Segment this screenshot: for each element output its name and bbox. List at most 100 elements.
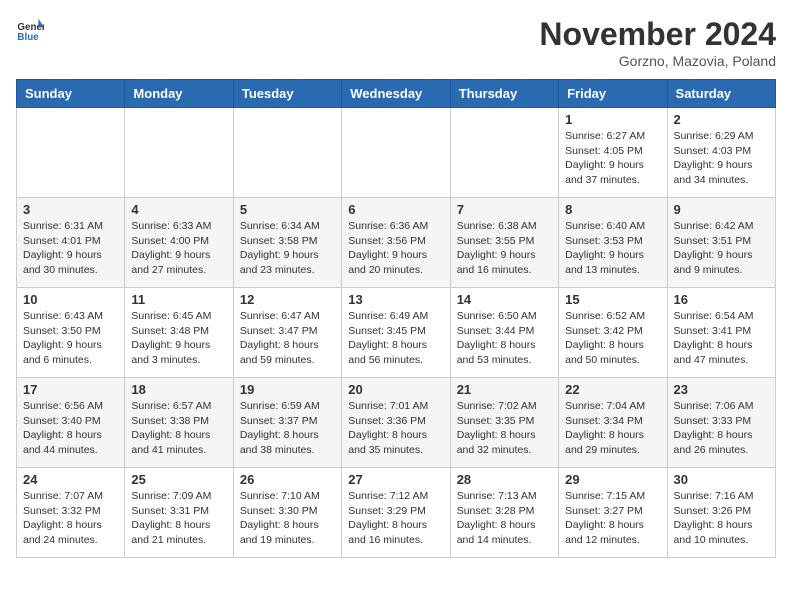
day-info: Sunrise: 6:47 AMSunset: 3:47 PMDaylight:… (240, 309, 335, 368)
calendar-cell: 7Sunrise: 6:38 AMSunset: 3:55 PMDaylight… (450, 198, 558, 288)
logo-icon: General Blue (16, 16, 44, 44)
calendar-cell: 26 Sunrise: 7:10 AMSunset: 3:30 PMDayligh… (233, 468, 341, 558)
day-number: 3 (23, 202, 118, 217)
day-info: Sunrise: 6:40 AMSunset: 3:53 PMDaylight:… (565, 219, 660, 278)
day-number: 24 (23, 472, 118, 487)
day-info: Sunrise: 7:01 AMSunset: 3:36 PMDaylight:… (348, 399, 443, 458)
day-number: 28 (457, 472, 552, 487)
calendar-cell: 15Sunrise: 6:52 AMSunset: 3:42 PMDayligh… (559, 288, 667, 378)
calendar-day-header: Friday (559, 80, 667, 108)
day-info: Sunrise: 7:10 AMSunset: 3:30 PMDaylight:… (240, 489, 335, 548)
day-info: Sunrise: 7:12 AMSunset: 3:29 PMDaylight:… (348, 489, 443, 548)
day-number: 8 (565, 202, 660, 217)
day-number: 10 (23, 292, 118, 307)
calendar-cell: 8 Sunrise: 6:40 AMSunset: 3:53 PMDaylight… (559, 198, 667, 288)
day-info: Sunrise: 7:07 AMSunset: 3:32 PMDaylight:… (23, 489, 118, 548)
calendar-cell: 5 Sunrise: 6:34 AMSunset: 3:58 PMDaylight… (233, 198, 341, 288)
day-number: 9 (674, 202, 769, 217)
calendar-cell: 9 Sunrise: 6:42 AMSunset: 3:51 PMDaylight… (667, 198, 775, 288)
day-number: 27 (348, 472, 443, 487)
day-number: 13 (348, 292, 443, 307)
calendar-week-row: 17 Sunrise: 6:56 AMSunset: 3:40 PMDayligh… (17, 378, 776, 468)
calendar-week-row: 24 Sunrise: 7:07 AMSunset: 3:32 PMDayligh… (17, 468, 776, 558)
day-info: Sunrise: 7:09 AMSunset: 3:31 PMDaylight:… (131, 489, 226, 548)
day-number: 25 (131, 472, 226, 487)
calendar-cell: 10Sunrise: 6:43 AMSunset: 3:50 PMDayligh… (17, 288, 125, 378)
day-number: 16 (674, 292, 769, 307)
calendar-cell: 11Sunrise: 6:45 AMSunset: 3:48 PMDayligh… (125, 288, 233, 378)
day-info: Sunrise: 7:02 AMSunset: 3:35 PMDaylight:… (457, 399, 552, 458)
calendar-cell: 4Sunrise: 6:33 AMSunset: 4:00 PMDaylight… (125, 198, 233, 288)
calendar-cell: 22 Sunrise: 7:04 AMSunset: 3:34 PMDayligh… (559, 378, 667, 468)
calendar-cell: 27 Sunrise: 7:12 AMSunset: 3:29 PMDayligh… (342, 468, 450, 558)
calendar-cell: 14Sunrise: 6:50 AMSunset: 3:44 PMDayligh… (450, 288, 558, 378)
calendar-day-header: Monday (125, 80, 233, 108)
calendar-cell: 19 Sunrise: 6:59 AMSunset: 3:37 PMDayligh… (233, 378, 341, 468)
day-info: Sunrise: 6:56 AMSunset: 3:40 PMDaylight:… (23, 399, 118, 458)
day-number: 18 (131, 382, 226, 397)
logo: General Blue (16, 16, 44, 44)
day-number: 6 (348, 202, 443, 217)
calendar-day-header: Sunday (17, 80, 125, 108)
day-number: 30 (674, 472, 769, 487)
title-block: November 2024 Gorzno, Mazovia, Poland (539, 16, 776, 69)
day-number: 21 (457, 382, 552, 397)
day-number: 12 (240, 292, 335, 307)
day-number: 23 (674, 382, 769, 397)
calendar-week-row: 1Sunrise: 6:27 AMSunset: 4:05 PMDaylight… (17, 108, 776, 198)
day-number: 19 (240, 382, 335, 397)
day-info: Sunrise: 6:33 AMSunset: 4:00 PMDaylight:… (131, 219, 226, 278)
calendar-cell: 13 Sunrise: 6:49 AMSunset: 3:45 PMDayligh… (342, 288, 450, 378)
day-info: Sunrise: 7:04 AMSunset: 3:34 PMDaylight:… (565, 399, 660, 458)
calendar-week-row: 10Sunrise: 6:43 AMSunset: 3:50 PMDayligh… (17, 288, 776, 378)
day-info: Sunrise: 7:06 AMSunset: 3:33 PMDaylight:… (674, 399, 769, 458)
day-info: Sunrise: 6:36 AMSunset: 3:56 PMDaylight:… (348, 219, 443, 278)
calendar-cell: 20 Sunrise: 7:01 AMSunset: 3:36 PMDayligh… (342, 378, 450, 468)
calendar-day-header: Thursday (450, 80, 558, 108)
calendar-cell: 16 Sunrise: 6:54 AMSunset: 3:41 PMDayligh… (667, 288, 775, 378)
calendar-cell: 18 Sunrise: 6:57 AMSunset: 3:38 PMDayligh… (125, 378, 233, 468)
calendar-cell (17, 108, 125, 198)
day-number: 17 (23, 382, 118, 397)
calendar-week-row: 3 Sunrise: 6:31 AMSunset: 4:01 PMDaylight… (17, 198, 776, 288)
day-info: Sunrise: 6:34 AMSunset: 3:58 PMDaylight:… (240, 219, 335, 278)
calendar-cell: 30 Sunrise: 7:16 AMSunset: 3:26 PMDayligh… (667, 468, 775, 558)
calendar-day-header: Wednesday (342, 80, 450, 108)
calendar-table: SundayMondayTuesdayWednesdayThursdayFrid… (16, 79, 776, 558)
day-info: Sunrise: 7:16 AMSunset: 3:26 PMDaylight:… (674, 489, 769, 548)
day-info: Sunrise: 6:57 AMSunset: 3:38 PMDaylight:… (131, 399, 226, 458)
calendar-cell: 25 Sunrise: 7:09 AMSunset: 3:31 PMDayligh… (125, 468, 233, 558)
calendar-cell: 6 Sunrise: 6:36 AMSunset: 3:56 PMDaylight… (342, 198, 450, 288)
calendar-cell: 24 Sunrise: 7:07 AMSunset: 3:32 PMDayligh… (17, 468, 125, 558)
calendar-cell: 1Sunrise: 6:27 AMSunset: 4:05 PMDaylight… (559, 108, 667, 198)
calendar-cell: 28 Sunrise: 7:13 AMSunset: 3:28 PMDayligh… (450, 468, 558, 558)
calendar-cell (125, 108, 233, 198)
day-info: Sunrise: 7:13 AMSunset: 3:28 PMDaylight:… (457, 489, 552, 548)
day-number: 22 (565, 382, 660, 397)
day-number: 1 (565, 112, 660, 127)
day-number: 26 (240, 472, 335, 487)
day-number: 15 (565, 292, 660, 307)
month-title: November 2024 (539, 16, 776, 53)
calendar-day-header: Saturday (667, 80, 775, 108)
day-number: 7 (457, 202, 552, 217)
calendar-cell: 21 Sunrise: 7:02 AMSunset: 3:35 PMDayligh… (450, 378, 558, 468)
day-info: Sunrise: 6:29 AMSunset: 4:03 PMDaylight:… (674, 129, 769, 188)
page-header: General Blue November 2024 Gorzno, Mazov… (16, 16, 776, 69)
day-info: Sunrise: 6:54 AMSunset: 3:41 PMDaylight:… (674, 309, 769, 368)
day-number: 14 (457, 292, 552, 307)
day-info: Sunrise: 6:45 AMSunset: 3:48 PMDaylight:… (131, 309, 226, 368)
day-info: Sunrise: 6:31 AMSunset: 4:01 PMDaylight:… (23, 219, 118, 278)
calendar-cell: 23 Sunrise: 7:06 AMSunset: 3:33 PMDayligh… (667, 378, 775, 468)
calendar-cell (450, 108, 558, 198)
day-info: Sunrise: 6:49 AMSunset: 3:45 PMDaylight:… (348, 309, 443, 368)
calendar-cell (342, 108, 450, 198)
day-info: Sunrise: 6:42 AMSunset: 3:51 PMDaylight:… (674, 219, 769, 278)
calendar-cell (233, 108, 341, 198)
day-number: 20 (348, 382, 443, 397)
location: Gorzno, Mazovia, Poland (539, 53, 776, 69)
calendar-body: 1Sunrise: 6:27 AMSunset: 4:05 PMDaylight… (17, 108, 776, 558)
calendar-cell: 3 Sunrise: 6:31 AMSunset: 4:01 PMDaylight… (17, 198, 125, 288)
day-info: Sunrise: 6:59 AMSunset: 3:37 PMDaylight:… (240, 399, 335, 458)
day-number: 5 (240, 202, 335, 217)
